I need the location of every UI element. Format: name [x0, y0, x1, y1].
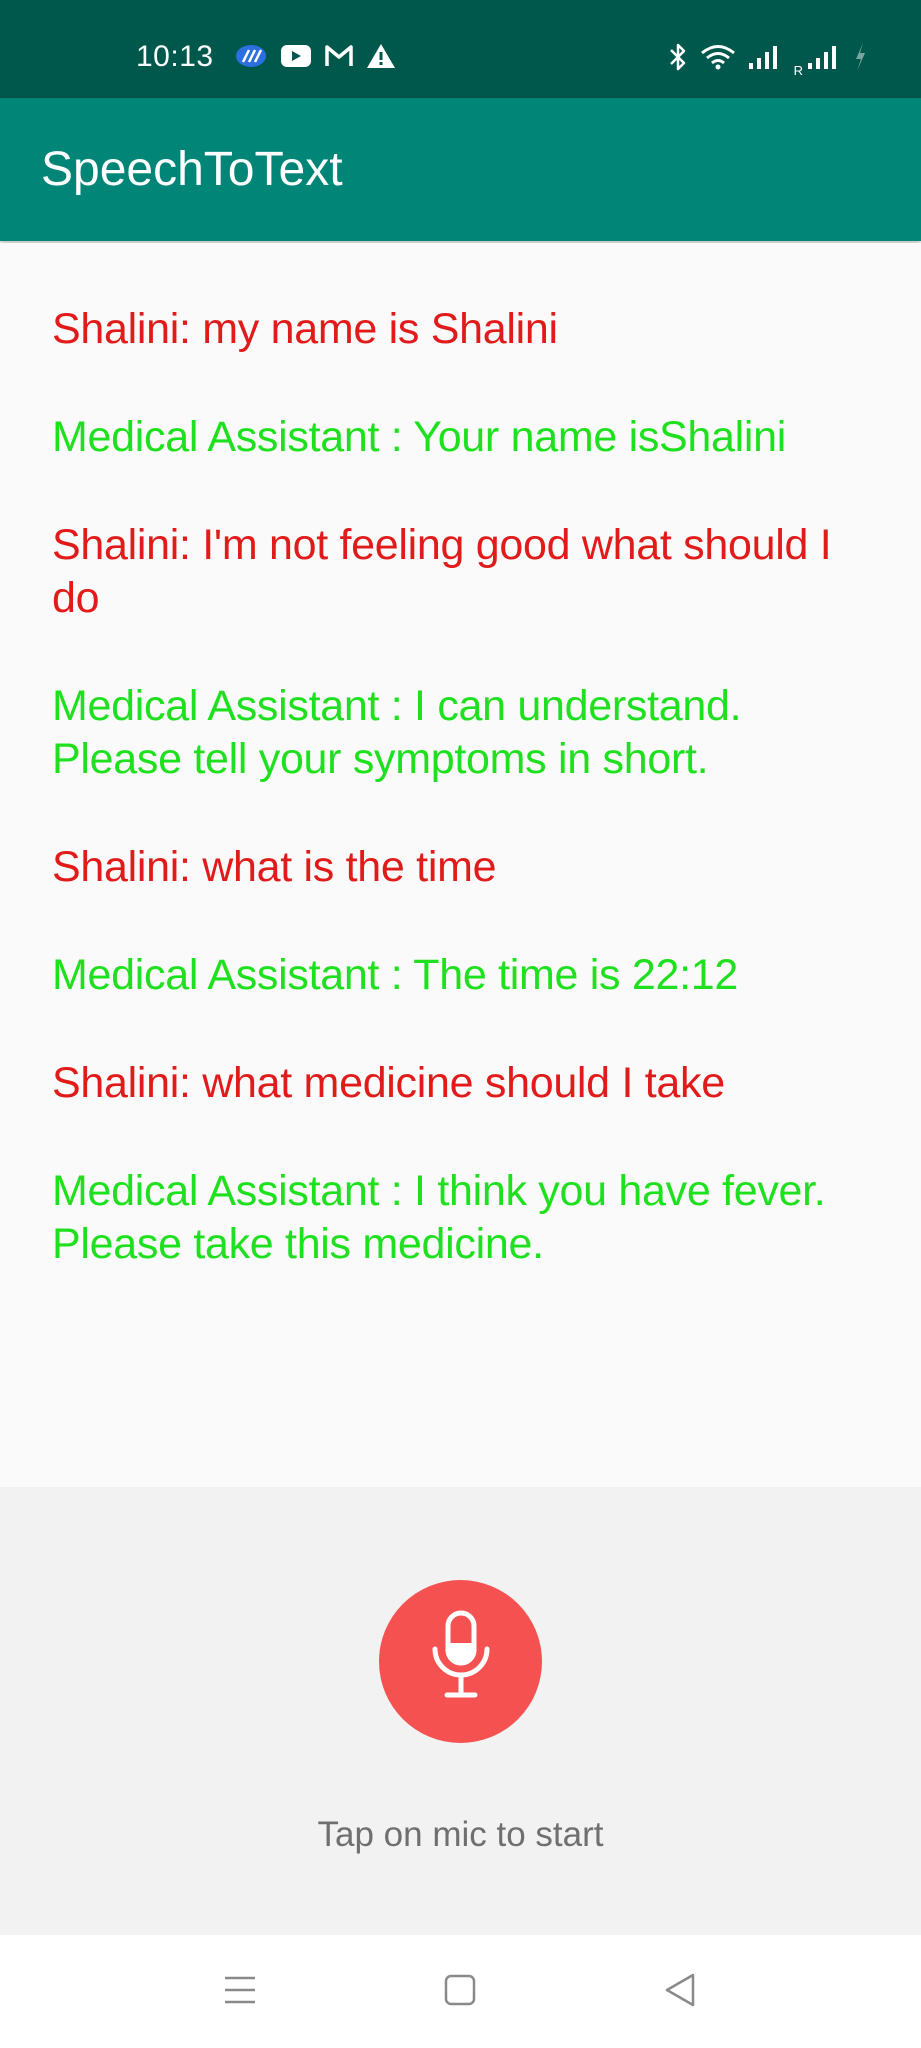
- navigation-bar: [0, 1935, 921, 2048]
- back-icon: [664, 1973, 696, 2012]
- cloud-sync-icon: [234, 42, 268, 75]
- assistant-message: Medical Assistant : I think you have fev…: [52, 1167, 826, 1268]
- mic-hint: Tap on mic to start: [317, 1815, 604, 1854]
- status-bar: 10:13 R: [0, 0, 921, 98]
- roaming-label: R: [793, 63, 803, 78]
- microphone-icon: [421, 1609, 501, 1714]
- mic-panel: Tap on mic to start: [0, 1487, 921, 1935]
- wifi-icon: [700, 43, 736, 76]
- message-list: Shalini: my name is Shalini Medical Assi…: [52, 303, 882, 1326]
- signal-icon: [748, 44, 782, 75]
- home-button[interactable]: [436, 1968, 484, 2016]
- status-system-icons: R: [668, 42, 867, 77]
- home-icon: [444, 1974, 476, 2011]
- user-message: Shalini: I'm not feeling good what shoul…: [52, 521, 832, 622]
- user-message: Shalini: what is the time: [52, 843, 497, 891]
- battery-charging-icon: [853, 42, 867, 77]
- status-notification-icons: [234, 42, 396, 75]
- recents-button[interactable]: [216, 1968, 264, 2016]
- gmail-icon: [324, 44, 354, 73]
- app-title: SpeechToText: [41, 143, 343, 196]
- menu-icon: [223, 1974, 257, 2011]
- assistant-message: Medical Assistant : The time is 22:12: [52, 951, 738, 999]
- youtube-icon: [280, 44, 312, 73]
- app-bar: SpeechToText: [0, 98, 921, 241]
- roaming-signal-icon: [807, 44, 841, 75]
- assistant-message: Medical Assistant : Your name isShalini: [52, 413, 787, 461]
- mic-button[interactable]: [379, 1580, 542, 1743]
- status-time: 10:13: [136, 40, 214, 73]
- warning-icon: [366, 43, 396, 74]
- back-button[interactable]: [656, 1968, 704, 2016]
- assistant-message: Medical Assistant : I can understand. Pl…: [52, 682, 742, 783]
- bluetooth-icon: [668, 42, 688, 77]
- user-message: Shalini: my name is Shalini: [52, 305, 558, 353]
- chat-transcript[interactable]: Shalini: my name is Shalini Medical Assi…: [0, 243, 921, 1487]
- user-message: Shalini: what medicine should I take: [52, 1059, 725, 1107]
